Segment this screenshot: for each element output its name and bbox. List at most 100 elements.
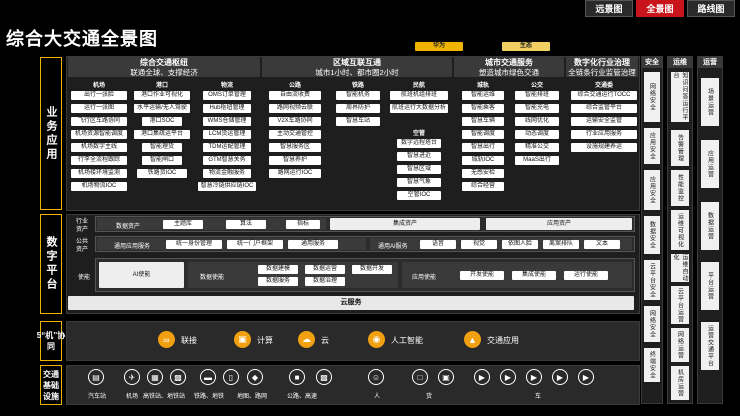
app-item[interactable]: 行李全流程跟踪 — [71, 156, 127, 165]
ops-item[interactable]: 运维可视化 — [671, 210, 689, 250]
app-item[interactable]: 行业应用服务 — [571, 130, 637, 139]
cloud-service-bar[interactable]: 云服务 — [68, 296, 634, 310]
ops-item[interactable]: 云平台运营 — [671, 286, 689, 324]
app-item[interactable]: 综合交通运行TOCC — [571, 91, 637, 100]
app-item[interactable]: 机场物流IOC — [71, 182, 127, 191]
app-item[interactable]: WMS仓储管理 — [203, 117, 251, 126]
ops-item[interactable]: 运维自动化 — [671, 254, 689, 282]
operation-item[interactable]: 运营交通平台 — [701, 322, 719, 370]
app-item[interactable]: 运输安全监管 — [571, 117, 637, 126]
safety-item[interactable]: 终端安全 — [644, 348, 660, 382]
app-item[interactable]: 航班运行大数据分析 — [390, 104, 448, 113]
ops-item[interactable]: 机房运营 — [671, 366, 689, 400]
ai-service-chip[interactable]: 依图人脸 — [502, 240, 538, 249]
app-item[interactable]: 智能调度 — [462, 130, 504, 139]
ops-item[interactable]: 知识问答运行平台 — [671, 72, 689, 122]
operation-item[interactable]: 应用运营 — [701, 140, 719, 188]
app-item[interactable]: 动态调度 — [515, 130, 559, 139]
asset-chip[interactable]: 算法 — [226, 220, 266, 229]
app-item[interactable]: TDM运配管理 — [203, 143, 251, 152]
app-item[interactable]: 铁路货IOC — [137, 169, 187, 178]
app-item[interactable]: 港口作业可视化 — [134, 91, 190, 100]
app-item[interactable]: 城轨IOC — [462, 156, 504, 165]
app-item[interactable]: 智能充电 — [515, 104, 559, 113]
app-enable-chip[interactable]: 运行使能 — [564, 271, 608, 280]
app-item[interactable]: 路网运行IOC — [269, 169, 321, 178]
ai-service-chip[interactable]: 视觉 — [461, 240, 497, 249]
app-item[interactable]: 设施规建养运 — [571, 143, 637, 152]
app-item[interactable]: 出行一张脸 — [71, 91, 127, 100]
app-item[interactable]: 智慧区域 — [397, 165, 441, 174]
app-item[interactable]: 主动交通管控 — [269, 130, 321, 139]
data-enable-chip[interactable]: 数据治理 — [305, 277, 345, 286]
app-item[interactable]: MaaS出行 — [515, 156, 559, 165]
ai-service-chip[interactable]: 文本 — [584, 240, 620, 249]
app-item[interactable]: 无感安检 — [462, 169, 504, 178]
app-item[interactable]: 空管IOC — [397, 191, 441, 200]
app-item[interactable]: Hub枢纽管理 — [203, 104, 251, 113]
app-service-chip[interactable]: 统一门户框架 — [227, 240, 283, 249]
safety-item[interactable]: 应用安全 — [644, 170, 660, 210]
app-item[interactable]: GTM智慧关务 — [203, 156, 251, 165]
ai-service-chip[interactable]: 离案排队 — [543, 240, 579, 249]
app-asset[interactable]: 应用资产 — [486, 218, 632, 230]
app-item[interactable]: 智慧进近 — [397, 152, 441, 161]
app-item[interactable]: 机场楼环境监测 — [71, 169, 127, 178]
asset-chip[interactable]: 主题库 — [163, 220, 203, 229]
app-item[interactable]: 智慧服务区 — [269, 143, 321, 152]
app-item[interactable]: 智慧气象 — [397, 178, 441, 187]
tab-roadmap[interactable]: 路线图 — [687, 0, 735, 17]
safety-item[interactable]: 应用安全 — [644, 128, 660, 164]
app-item[interactable]: 综合监管平台 — [571, 104, 637, 113]
app-item[interactable]: 精准公交 — [515, 143, 559, 152]
asset-chip[interactable]: 指标 — [286, 220, 320, 229]
data-enable-chip[interactable]: 数据建模 — [258, 265, 298, 274]
app-item[interactable]: OMS订单管理 — [203, 91, 251, 100]
app-item[interactable]: 综合经营 — [462, 182, 504, 191]
app-service-chip[interactable]: 通用服务 — [288, 240, 338, 249]
app-enable-chip[interactable]: 开发使能 — [460, 271, 504, 280]
app-item[interactable]: 智能乘客 — [462, 104, 504, 113]
safety-item[interactable]: 数据安全 — [644, 216, 660, 254]
app-item[interactable]: 智能闸口 — [142, 156, 182, 165]
app-item[interactable]: 港口集疏运平台 — [134, 130, 190, 139]
tab-panorama[interactable]: 全景图 — [636, 0, 684, 17]
app-item[interactable]: 路网视频云联 — [269, 104, 321, 113]
app-item[interactable]: 智慧车辆 — [462, 117, 504, 126]
app-item[interactable]: 智能排班 — [515, 91, 559, 100]
tab-vision[interactable]: 远景图 — [585, 0, 633, 17]
ai-enable[interactable]: AI使能 — [99, 262, 184, 288]
app-item[interactable]: 运行一张图 — [71, 104, 127, 113]
app-item[interactable]: 智慧冷链供应链IOC — [198, 182, 256, 191]
operation-item[interactable]: 数据运营 — [701, 202, 719, 250]
app-item[interactable]: LCM货运管理 — [203, 130, 251, 139]
safety-item[interactable]: 网络安全 — [644, 306, 660, 342]
data-enable-chip[interactable]: 数据服务 — [258, 277, 298, 286]
ops-item[interactable]: 告警管理 — [671, 130, 689, 166]
app-item[interactable]: 机场数字主线 — [71, 143, 127, 152]
app-item[interactable]: 物流金融服务 — [203, 169, 251, 178]
app-enable-chip[interactable]: 集成使能 — [512, 271, 556, 280]
operation-item[interactable]: 平台运营 — [701, 262, 719, 310]
ai-service-chip[interactable]: 语音 — [420, 240, 456, 249]
safety-item[interactable]: 网络安全 — [644, 72, 660, 122]
app-item[interactable]: 水平运输/无人驾驶 — [134, 104, 190, 113]
app-item[interactable]: 机场资源智能调度 — [71, 130, 127, 139]
operation-item[interactable]: 场景运营 — [701, 78, 719, 126]
safety-item[interactable]: 云平台安全 — [644, 260, 660, 300]
app-item[interactable]: 线网优化 — [515, 117, 559, 126]
app-item[interactable]: 自由流收费 — [269, 91, 321, 100]
data-enable-chip[interactable]: 数据开发 — [352, 265, 392, 274]
app-item[interactable]: 智能运维 — [462, 91, 504, 100]
app-item[interactable]: V2X车路协同 — [269, 117, 321, 126]
ops-item[interactable]: 性能监控 — [671, 170, 689, 206]
app-item[interactable]: 航班机组排班 — [390, 91, 448, 100]
app-service-chip[interactable]: 统一身份管理 — [166, 240, 222, 249]
app-item[interactable]: 周界防护 — [336, 104, 380, 113]
ops-item[interactable]: 网络运营 — [671, 328, 689, 362]
app-item[interactable]: 港口SOC — [142, 117, 182, 126]
app-item[interactable]: 智能理货 — [142, 143, 182, 152]
integrate-asset[interactable]: 集成资产 — [330, 218, 480, 230]
app-item[interactable]: 数字远程塔台 — [397, 139, 441, 148]
app-item[interactable]: 智慧养护 — [269, 156, 321, 165]
